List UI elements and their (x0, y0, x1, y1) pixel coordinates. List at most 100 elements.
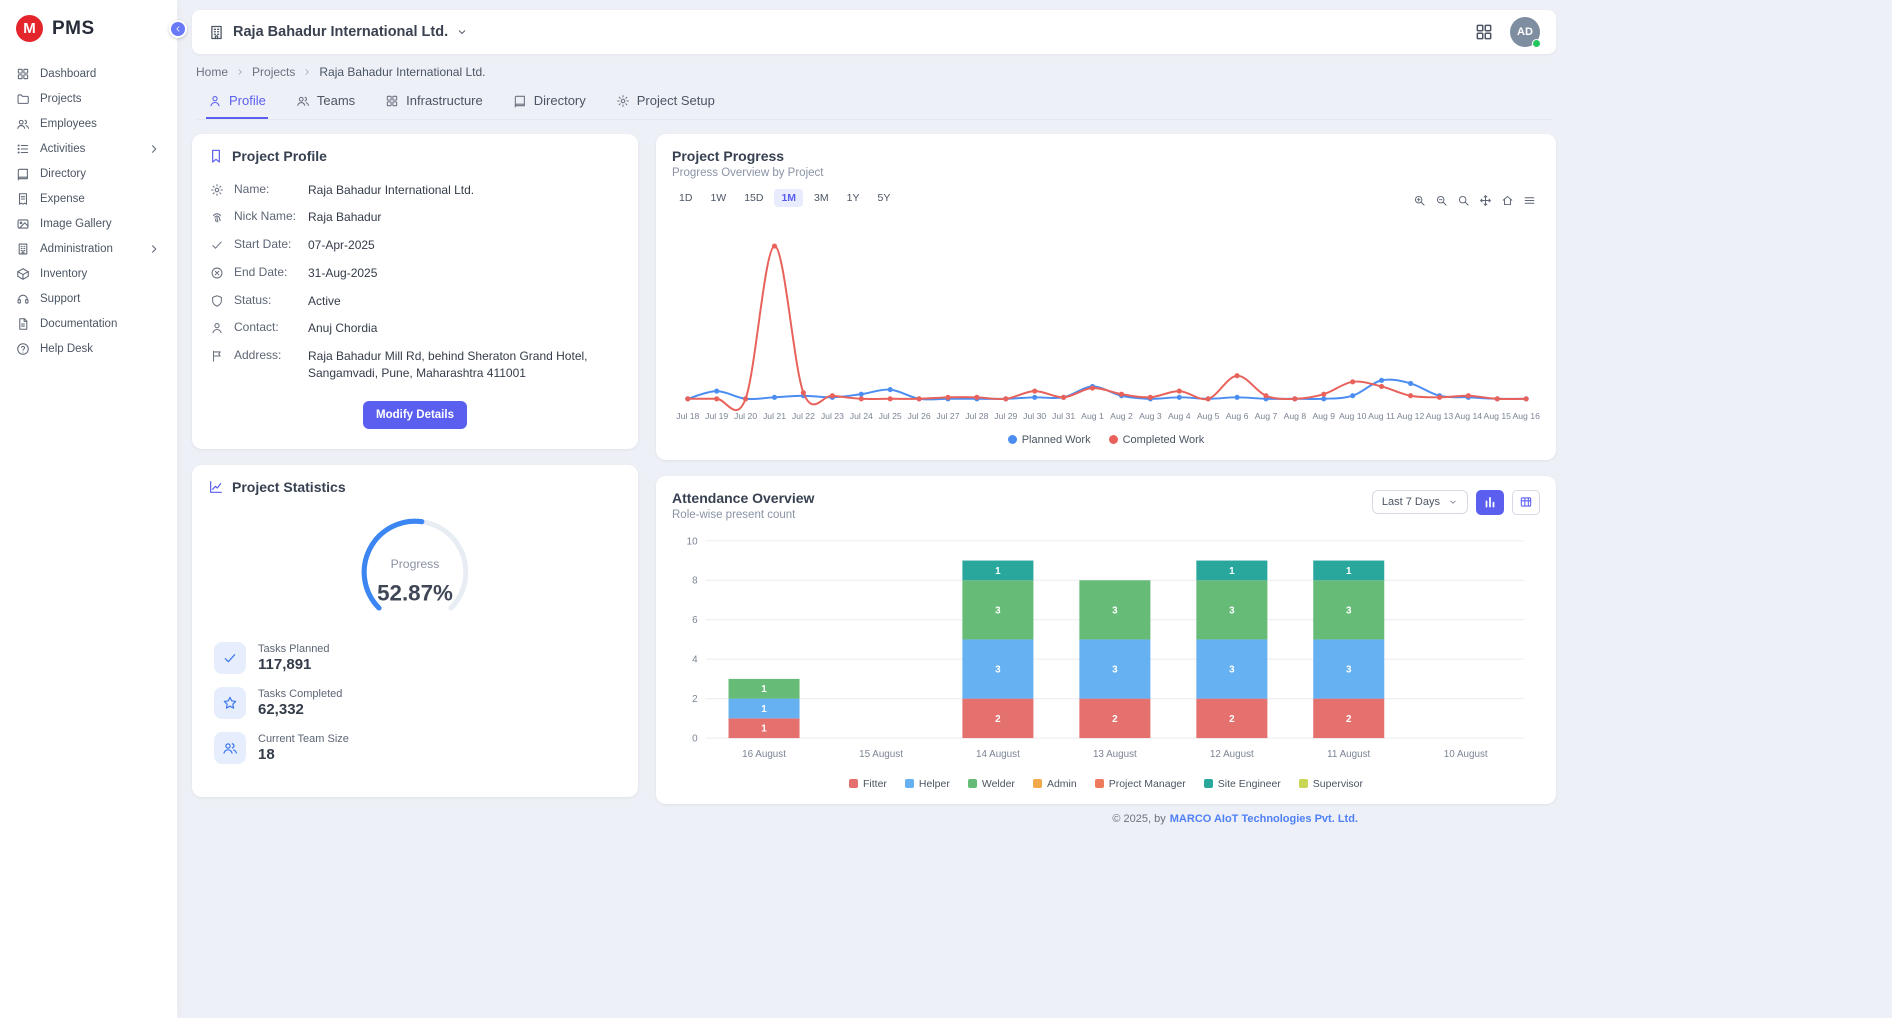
tab-directory[interactable]: Directory (511, 85, 588, 119)
stat-value: 117,891 (258, 656, 330, 673)
tab-label: Infrastructure (406, 93, 483, 108)
table-view-button[interactable] (1512, 490, 1540, 515)
sidebar-item-activities[interactable]: Activities (0, 136, 177, 161)
svg-text:Jul 27: Jul 27 (936, 411, 959, 421)
svg-text:Aug 13: Aug 13 (1426, 411, 1454, 421)
zoom-in-icon[interactable] (1413, 194, 1426, 207)
attendance-stacked-bar-chart[interactable]: 024681016 August11115 August14 August233… (672, 527, 1540, 776)
legend-item[interactable]: Admin (1033, 778, 1077, 790)
sidebar-item-help-desk[interactable]: Help Desk (0, 336, 177, 361)
svg-text:13 August: 13 August (1093, 749, 1137, 760)
project-progress-line-chart[interactable]: Jul 18Jul 19Jul 20Jul 21Jul 22Jul 23Jul … (672, 211, 1540, 432)
field-address: Address: Raja Bahadur Mill Rd, behind Sh… (208, 343, 622, 388)
attendance-overview-card: Attendance Overview Role-wise present co… (656, 476, 1556, 804)
selection-zoom-icon[interactable] (1457, 194, 1470, 207)
legend-item[interactable]: Completed Work (1109, 434, 1205, 446)
svg-text:Aug 14: Aug 14 (1455, 411, 1483, 421)
select-value: Last 7 Days (1382, 496, 1440, 508)
svg-text:15 August: 15 August (859, 749, 903, 760)
legend-item[interactable]: Planned Work (1008, 434, 1091, 446)
svg-text:Jul 21: Jul 21 (763, 411, 786, 421)
building-icon (16, 242, 30, 256)
chevron-right-icon (147, 142, 161, 156)
svg-text:Jul 18: Jul 18 (676, 411, 699, 421)
app-logo[interactable]: M PMS (0, 0, 177, 55)
bar-chart-legend: Fitter Helper Welder Admin Project Manager Si… (672, 778, 1540, 790)
star-icon (214, 687, 246, 719)
sidebar-item-administration[interactable]: Administration (0, 236, 177, 261)
last-7-days-select[interactable]: Last 7 Days (1372, 490, 1468, 514)
legend-item[interactable]: Supervisor (1299, 778, 1363, 790)
svg-text:2: 2 (995, 714, 1001, 725)
tab-profile[interactable]: Profile (206, 85, 268, 119)
svg-text:Aug 15: Aug 15 (1484, 411, 1512, 421)
sidebar-item-label: Documentation (40, 318, 117, 330)
svg-text:10 August: 10 August (1444, 749, 1488, 760)
legend-item[interactable]: Project Manager (1095, 778, 1186, 790)
sidebar-collapse-button[interactable] (169, 20, 187, 38)
breadcrumb-home[interactable]: Home (196, 65, 228, 79)
svg-text:Aug 16: Aug 16 (1512, 411, 1540, 421)
question-icon (16, 342, 30, 356)
tab-label: Profile (229, 93, 266, 108)
legend-item[interactable]: Helper (905, 778, 950, 790)
project-profile-card: Project Profile Name: Raja Bahadur Inter… (192, 134, 638, 449)
breadcrumb-projects[interactable]: Projects (252, 65, 295, 79)
stat-label: Tasks Planned (258, 643, 330, 655)
chart-menu-icon[interactable] (1523, 194, 1536, 207)
gauge-percentage: 52.87% (377, 581, 453, 606)
zoom-out-icon[interactable] (1435, 194, 1448, 207)
svg-text:12 August: 12 August (1210, 749, 1254, 760)
legend-item[interactable]: Site Engineer (1204, 778, 1281, 790)
pms-app: M PMS Dashboard Projects Employees Activ… (0, 0, 1892, 1018)
card-title: Attendance Overview (672, 490, 814, 506)
sidebar-item-inventory[interactable]: Inventory (0, 261, 177, 286)
range-1m-button[interactable]: 1M (774, 189, 803, 207)
users-icon (214, 732, 246, 764)
x-circle-icon (210, 266, 224, 280)
field-contact: Contact: Anuj Chordia (208, 315, 622, 343)
fingerprint-icon (210, 210, 224, 224)
range-1d-button[interactable]: 1D (672, 189, 699, 207)
range-5y-button[interactable]: 5Y (870, 189, 897, 207)
range-15d-button[interactable]: 15D (737, 189, 770, 207)
company-selector[interactable]: Raja Bahadur International Ltd. (208, 24, 468, 41)
modify-details-button[interactable]: Modify Details (363, 401, 467, 429)
tab-project-setup[interactable]: Project Setup (614, 85, 717, 119)
svg-text:Aug 12: Aug 12 (1397, 411, 1425, 421)
range-1y-button[interactable]: 1Y (840, 189, 867, 207)
card-title: Project Progress (672, 148, 1540, 164)
company-link[interactable]: MARCO AIoT Technologies Pvt. Ltd. (1170, 813, 1358, 825)
sidebar-item-documentation[interactable]: Documentation (0, 311, 177, 336)
apps-grid-icon[interactable] (1474, 22, 1494, 42)
line-chart-legend: Planned Work Completed Work (672, 434, 1540, 446)
sidebar-item-projects[interactable]: Projects (0, 86, 177, 111)
range-1w-button[interactable]: 1W (703, 189, 733, 207)
svg-text:3: 3 (1112, 664, 1118, 675)
legend-item[interactable]: Welder (968, 778, 1015, 790)
legend-item[interactable]: Fitter (849, 778, 887, 790)
range-3m-button[interactable]: 3M (807, 189, 836, 207)
svg-text:4: 4 (692, 655, 698, 666)
sidebar-item-support[interactable]: Support (0, 286, 177, 311)
sidebar-item-expense[interactable]: Expense (0, 186, 177, 211)
tab-infrastructure[interactable]: Infrastructure (383, 85, 485, 119)
sidebar-item-directory[interactable]: Directory (0, 161, 177, 186)
field-label: Status: (234, 293, 298, 307)
svg-text:2: 2 (1112, 714, 1118, 725)
sidebar-item-dashboard[interactable]: Dashboard (0, 61, 177, 86)
bar-chart-view-button[interactable] (1476, 490, 1504, 515)
user-icon (210, 321, 224, 335)
tab-label: Directory (534, 93, 586, 108)
sidebar-item-employees[interactable]: Employees (0, 111, 177, 136)
svg-text:Jul 25: Jul 25 (879, 411, 902, 421)
tab-label: Teams (317, 93, 355, 108)
sidebar-item-image-gallery[interactable]: Image Gallery (0, 211, 177, 236)
tab-teams[interactable]: Teams (294, 85, 357, 119)
svg-text:1: 1 (761, 704, 767, 715)
user-avatar[interactable]: AD (1510, 17, 1540, 47)
svg-text:8: 8 (692, 576, 698, 587)
pan-icon[interactable] (1479, 194, 1492, 207)
reset-home-icon[interactable] (1501, 194, 1514, 207)
dashboard-grid-icon (16, 67, 30, 81)
